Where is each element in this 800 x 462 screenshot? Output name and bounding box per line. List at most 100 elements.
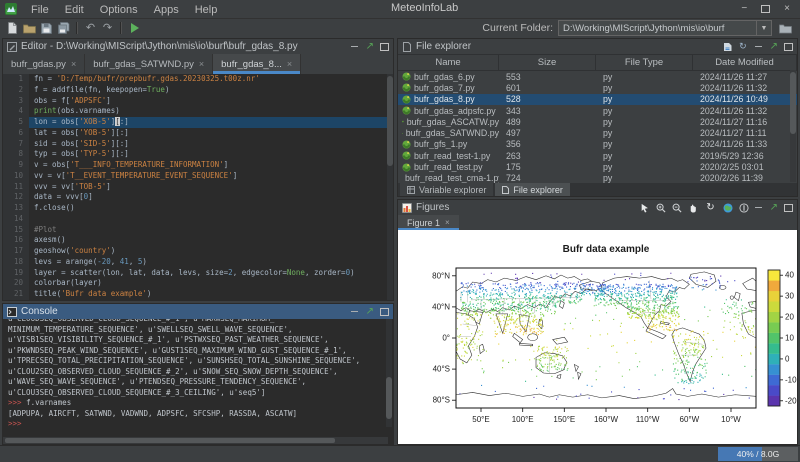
console-maximize-icon[interactable] [380, 308, 389, 316]
zoom-out-icon[interactable] [672, 203, 682, 213]
menu-options[interactable]: Options [92, 4, 146, 16]
file-row[interactable]: bufr_read_test-1.py263py2019/5/29 12:36 [398, 150, 797, 161]
export-file-icon[interactable] [723, 42, 733, 52]
open-file-button[interactable] [21, 21, 38, 36]
rotate-tool-icon[interactable]: ↻ [704, 203, 716, 212]
file-table-body: bufr_gdas_6.py553py2024/11/26 11:27bufr_… [398, 71, 797, 184]
tab-variable-explorer[interactable]: Variable explorer [400, 183, 493, 196]
file-row[interactable]: bufr_gdas_SATWND.py497py2024/11/27 11:11 [398, 127, 797, 138]
code-line: 6lat = obs['YOB-5'][:] [3, 128, 393, 139]
browse-folder-button[interactable] [777, 21, 794, 36]
editor-maximize-icon[interactable] [380, 43, 389, 51]
file-row[interactable]: bufr_gdas_7.py601py2024/11/26 11:32 [398, 82, 797, 93]
file-explorer-detach-icon[interactable]: ↗ [768, 42, 780, 51]
column-header-modified[interactable]: Date Modified [693, 55, 797, 70]
file-row[interactable]: bufr_gfs_1.py356py2024/11/26 11:33 [398, 139, 797, 150]
refresh-icon[interactable]: ↻ [737, 42, 749, 51]
code-line: 21title('Bufr data example') [3, 289, 393, 300]
undo-button[interactable]: ↶ [82, 21, 99, 36]
svg-text:10: 10 [785, 334, 794, 343]
figures-minimize-icon[interactable] [755, 207, 762, 208]
open-folder-icon [23, 23, 36, 34]
window-minimize-icon[interactable]: − [741, 4, 747, 14]
file-explorer-minimize-icon[interactable] [755, 46, 762, 47]
python-file-icon [402, 95, 411, 104]
console-line: >>> f.varnames [8, 398, 393, 409]
console-hscrollbar[interactable] [3, 437, 388, 444]
tab-file-explorer[interactable]: File explorer [495, 183, 570, 196]
figure-canvas[interactable]: Bufr data example [398, 230, 797, 444]
python-file-icon [402, 106, 411, 115]
close-icon[interactable]: × [71, 59, 76, 69]
memory-usage-text: 40% / 8.0G [718, 447, 798, 461]
titlebar: FileEditOptionsAppsHelp MeteoInfoLab − × [0, 0, 800, 19]
file-row[interactable]: bufr_gdas_ASCATW.py489py2024/11/27 11:16 [398, 116, 797, 127]
file-row[interactable]: bufr_read_test.py175py2020/2/25 03:01 [398, 161, 797, 172]
window-maximize-icon[interactable] [761, 5, 770, 13]
file-row[interactable]: bufr_gdas_adpsfc.py343py2024/11/26 11:32 [398, 105, 797, 116]
file-row[interactable]: bufr_gdas_8.py528py2024/11/26 10:49 [398, 94, 797, 105]
chevron-down-icon[interactable]: ▼ [756, 21, 771, 35]
app-logo-icon [5, 3, 17, 15]
file-explorer-maximize-icon[interactable] [784, 43, 793, 51]
code-line: 11vvv = vv['TOB-5'] [3, 182, 393, 193]
pointer-tool-icon[interactable] [640, 203, 650, 213]
column-header-filetype[interactable]: File Type [596, 55, 693, 70]
menu-file[interactable]: File [23, 4, 57, 16]
code-editor[interactable]: 1fn = 'D:/Temp/bufr/prepbufr.gdas.202303… [3, 74, 393, 300]
console-detach-icon[interactable]: ↗ [364, 307, 376, 316]
save-button[interactable] [38, 21, 55, 36]
close-icon[interactable]: × [445, 218, 450, 227]
browse-folder-icon [779, 23, 792, 34]
console-minimize-icon[interactable] [351, 311, 358, 312]
editor-tab[interactable]: bufr_gdas_8... × [213, 54, 301, 74]
figures-maximize-icon[interactable] [784, 204, 793, 212]
pan-hand-icon[interactable] [688, 203, 698, 213]
svg-text:100°E: 100°E [512, 415, 534, 424]
menu-apps[interactable]: Apps [146, 4, 187, 16]
console-vscrollbar[interactable] [386, 319, 392, 427]
svg-text:20: 20 [785, 313, 794, 322]
editor-tab[interactable]: bufr_gdas_SATWND.py× [85, 54, 213, 74]
svg-text:50°E: 50°E [472, 415, 489, 424]
close-icon[interactable]: × [287, 59, 292, 69]
column-header-size[interactable]: Size [499, 55, 596, 70]
editor-minimize-icon[interactable] [351, 46, 358, 47]
close-icon[interactable]: × [199, 59, 204, 69]
code-line: 5lon = obs['XOB-5'][:] [3, 117, 393, 128]
window-title: MeteoInfoLab [391, 2, 458, 14]
file-table-scrollbar[interactable] [790, 70, 796, 182]
figures-detach-icon[interactable]: ↗ [768, 203, 780, 212]
console-output[interactable]: u'CLOUDSEQ_OBSERVED_CLOUD_SEQUENCE_#_1',… [3, 319, 393, 444]
identify-tool-icon[interactable] [739, 203, 749, 213]
svg-text:30: 30 [785, 292, 794, 301]
tab-figure-1[interactable]: Figure 1 × [398, 215, 459, 230]
current-folder-combobox[interactable]: D:\Working\MIScript\Jython\mis\io\burf ▼ [558, 20, 772, 36]
save-all-button[interactable] [55, 21, 72, 36]
editor-icon [7, 42, 17, 52]
console-line: MINIMUM_TEMPERATURE_SEQUENCE', u'SWELLSE… [8, 325, 393, 336]
editor-tab[interactable]: bufr_gdas.py× [3, 54, 85, 74]
world-map-land [456, 272, 756, 399]
figures-panel: Figures ↻ ↗ Figure 1 × Bufr data example [397, 199, 798, 445]
menu-edit[interactable]: Edit [57, 4, 92, 16]
variable-explorer-icon [407, 186, 415, 194]
main-toolbar: ↶ ↷ Current Folder: D:\Working\MIScript\… [0, 19, 800, 37]
menu-help[interactable]: Help [187, 4, 226, 16]
editor-tab-label: bufr_gdas_8... [221, 59, 282, 70]
run-script-button[interactable] [126, 21, 143, 36]
code-line: 2f = addfile(fn, keepopen=True) [3, 85, 393, 96]
console-line: [ADPUPA, AIRCFT, SATWND, VADWND, ADPSFC,… [8, 409, 393, 420]
column-header-name[interactable]: Name [398, 55, 499, 70]
file-row[interactable]: bufr_gdas_6.py553py2024/11/26 11:27 [398, 71, 797, 82]
python-file-icon [402, 117, 404, 126]
redo-button[interactable]: ↷ [99, 21, 116, 36]
window-close-icon[interactable]: × [784, 4, 790, 14]
editor-detach-icon[interactable]: ↗ [364, 42, 376, 51]
svg-text:0°: 0° [442, 334, 450, 343]
zoom-in-icon[interactable] [656, 203, 666, 213]
editor-scrollbar[interactable] [387, 74, 393, 300]
globe-tool-icon[interactable] [723, 203, 733, 213]
status-bar: 40% / 8.0G [0, 445, 800, 462]
new-file-button[interactable] [4, 21, 21, 36]
